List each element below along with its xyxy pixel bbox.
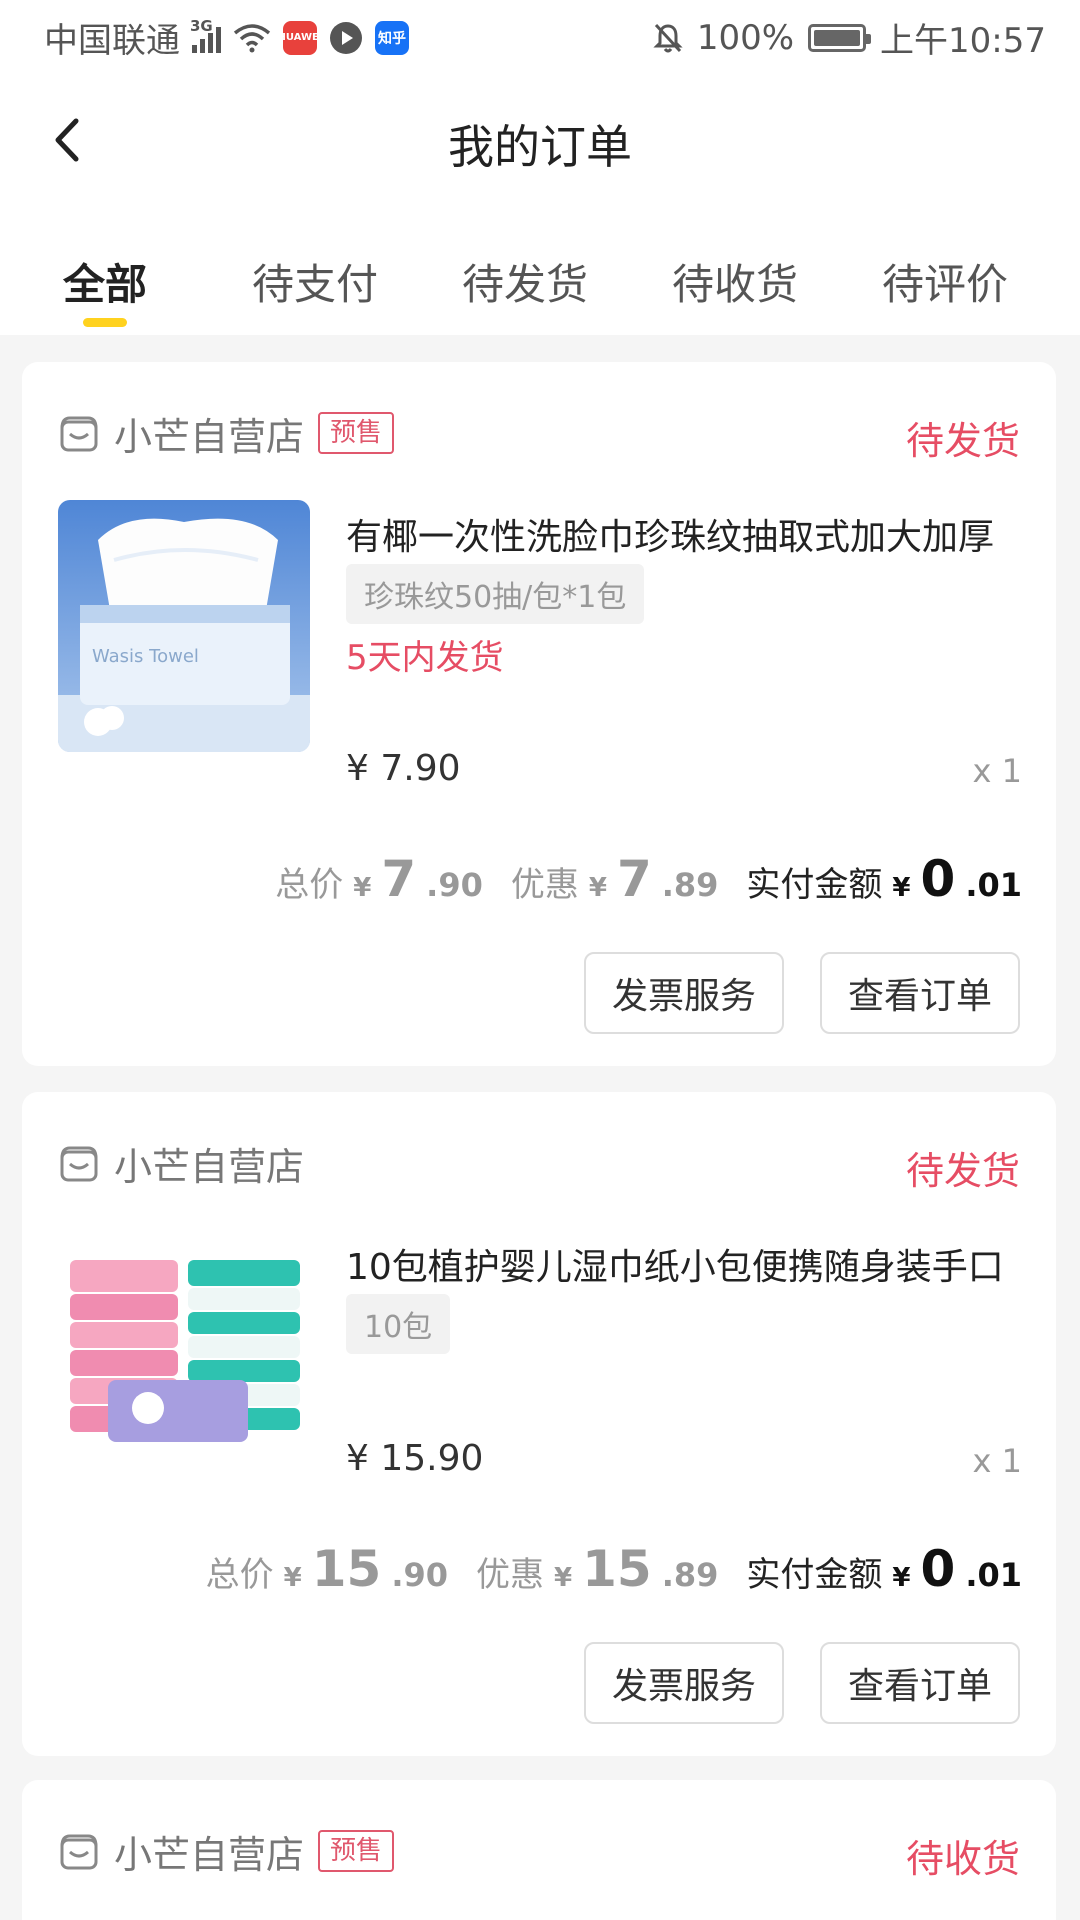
wifi-icon bbox=[233, 23, 271, 52]
currency-symbol: ¥ bbox=[283, 1563, 302, 1593]
svg-text:Wasis Towel: Wasis Towel bbox=[92, 646, 199, 667]
mute-bell-icon bbox=[653, 23, 683, 52]
music-app-icon bbox=[330, 21, 362, 54]
baby-wipes-image bbox=[58, 1230, 310, 1482]
shop-name: 小芒自营店 bbox=[114, 414, 305, 459]
order-totals: 总价 ¥15.90 优惠 ¥15.89 实付金额 ¥0.01 bbox=[206, 1540, 1022, 1598]
discount-label: 优惠 bbox=[476, 1555, 545, 1595]
order-status-tabs: 全部 待支付 待发货 待收货 待评价 bbox=[0, 205, 1080, 335]
battery-percent: 100% bbox=[696, 17, 795, 58]
view-order-button[interactable]: 查看订单 bbox=[820, 952, 1020, 1034]
paid-label: 实付金额 bbox=[746, 1555, 883, 1595]
active-tab-indicator bbox=[83, 318, 127, 327]
order-status: 待发货 bbox=[905, 1149, 1020, 1193]
shop-row[interactable]: 小芒自营店 bbox=[58, 1138, 305, 1189]
shop-row[interactable]: 小芒自营店 预售 bbox=[58, 1826, 395, 1877]
total-amount-int: 15 bbox=[311, 1540, 382, 1598]
order-card[interactable]: 小芒自营店 待发货 10包植护婴儿湿巾纸小包便携随身装手口 10包 ¥ 15.9… bbox=[22, 1092, 1056, 1756]
product-thumbnail[interactable] bbox=[58, 1230, 310, 1482]
paid-amount-int: 0 bbox=[920, 850, 956, 908]
currency-symbol: ¥ bbox=[588, 873, 607, 903]
invoice-service-button[interactable]: 发票服务 bbox=[584, 952, 784, 1034]
network-type-label: 3G bbox=[190, 16, 213, 35]
currency-symbol: ¥ bbox=[892, 873, 911, 903]
status-bar: 中国联通 3G HUAWEI 知乎 100% 上午10:57 bbox=[0, 0, 1080, 75]
shipping-note: 5天内发货 bbox=[346, 638, 504, 678]
discount-amount-dec: .89 bbox=[661, 866, 719, 904]
tab-label: 待收货 bbox=[671, 260, 798, 309]
discount-amount-dec: .89 bbox=[661, 1556, 719, 1594]
store-icon bbox=[60, 1146, 98, 1182]
order-card[interactable]: 小芒自营店 预售 待发货 Wasis Towel 有椰一次性洗脸巾珍珠纹抽取式加… bbox=[22, 362, 1056, 1066]
face-towel-image: Wasis Towel bbox=[58, 500, 310, 752]
tab-all[interactable]: 全部 bbox=[0, 205, 210, 335]
order-status: 待收货 bbox=[905, 1837, 1020, 1881]
presale-tag: 预售 bbox=[318, 412, 395, 454]
shop-row[interactable]: 小芒自营店 预售 bbox=[58, 408, 395, 459]
tab-label: 全部 bbox=[62, 260, 147, 309]
battery-icon bbox=[808, 23, 872, 52]
product-name[interactable]: 10包植护婴儿湿巾纸小包便携随身装手口 bbox=[346, 1238, 1022, 1290]
clock-time: 上午10:57 bbox=[880, 21, 1046, 61]
product-quantity: x 1 bbox=[972, 752, 1022, 790]
product-thumbnail[interactable]: Wasis Towel bbox=[58, 500, 310, 752]
tab-label: 待评价 bbox=[881, 260, 1008, 309]
currency-symbol: ¥ bbox=[554, 1563, 573, 1593]
discount-amount-int: 7 bbox=[616, 850, 652, 908]
product-name[interactable]: 有椰一次性洗脸巾珍珠纹抽取式加大加厚 bbox=[346, 508, 1022, 560]
store-icon bbox=[60, 416, 98, 452]
order-totals: 总价 ¥7.90 优惠 ¥7.89 实付金额 ¥0.01 bbox=[275, 850, 1022, 908]
product-quantity: x 1 bbox=[972, 1442, 1022, 1480]
tab-pending-review[interactable]: 待评价 bbox=[840, 205, 1050, 335]
total-label: 总价 bbox=[205, 1555, 274, 1595]
huawei-app-icon: HUAWEI bbox=[277, 20, 323, 55]
page-header: 我的订单 bbox=[0, 75, 1080, 205]
order-status: 待发货 bbox=[905, 419, 1020, 463]
currency-symbol: ¥ bbox=[892, 1563, 911, 1593]
shop-name: 小芒自营店 bbox=[114, 1832, 305, 1877]
discount-label: 优惠 bbox=[510, 865, 579, 905]
product-spec: 10包 bbox=[346, 1294, 451, 1354]
product-spec: 珍珠纹50抽/包*1包 bbox=[346, 564, 645, 624]
carrier-label: 中国联通 bbox=[44, 21, 180, 61]
tab-label: 待支付 bbox=[251, 260, 378, 309]
view-order-button[interactable]: 查看订单 bbox=[820, 1642, 1020, 1724]
signal-icon: 3G bbox=[190, 17, 221, 53]
tab-pending-payment[interactable]: 待支付 bbox=[210, 205, 420, 335]
page-title: 我的订单 bbox=[448, 120, 632, 174]
tab-pending-shipment[interactable]: 待发货 bbox=[420, 205, 630, 335]
invoice-service-button[interactable]: 发票服务 bbox=[584, 1642, 784, 1724]
total-amount-int: 7 bbox=[381, 850, 417, 908]
paid-amount-int: 0 bbox=[920, 1540, 956, 1598]
discount-amount-int: 15 bbox=[582, 1540, 652, 1598]
tab-pending-receipt[interactable]: 待收货 bbox=[630, 205, 840, 335]
total-amount-dec: .90 bbox=[426, 866, 483, 904]
presale-tag: 预售 bbox=[318, 1830, 395, 1872]
store-icon bbox=[60, 1834, 98, 1870]
paid-label: 实付金额 bbox=[746, 865, 883, 905]
total-amount-dec: .90 bbox=[391, 1556, 449, 1594]
tab-label: 待发货 bbox=[461, 260, 588, 309]
zhihu-app-icon: 知乎 bbox=[375, 20, 409, 55]
shop-name: 小芒自营店 bbox=[114, 1144, 305, 1189]
product-price: ¥ 7.90 bbox=[346, 748, 461, 789]
paid-amount-dec: .01 bbox=[965, 866, 1022, 904]
total-label: 总价 bbox=[275, 865, 344, 905]
paid-amount-dec: .01 bbox=[965, 1556, 1022, 1594]
product-price: ¥ 15.90 bbox=[346, 1438, 484, 1479]
currency-symbol: ¥ bbox=[353, 873, 372, 903]
order-card[interactable]: 小芒自营店 预售 待收货 bbox=[22, 1780, 1056, 1920]
